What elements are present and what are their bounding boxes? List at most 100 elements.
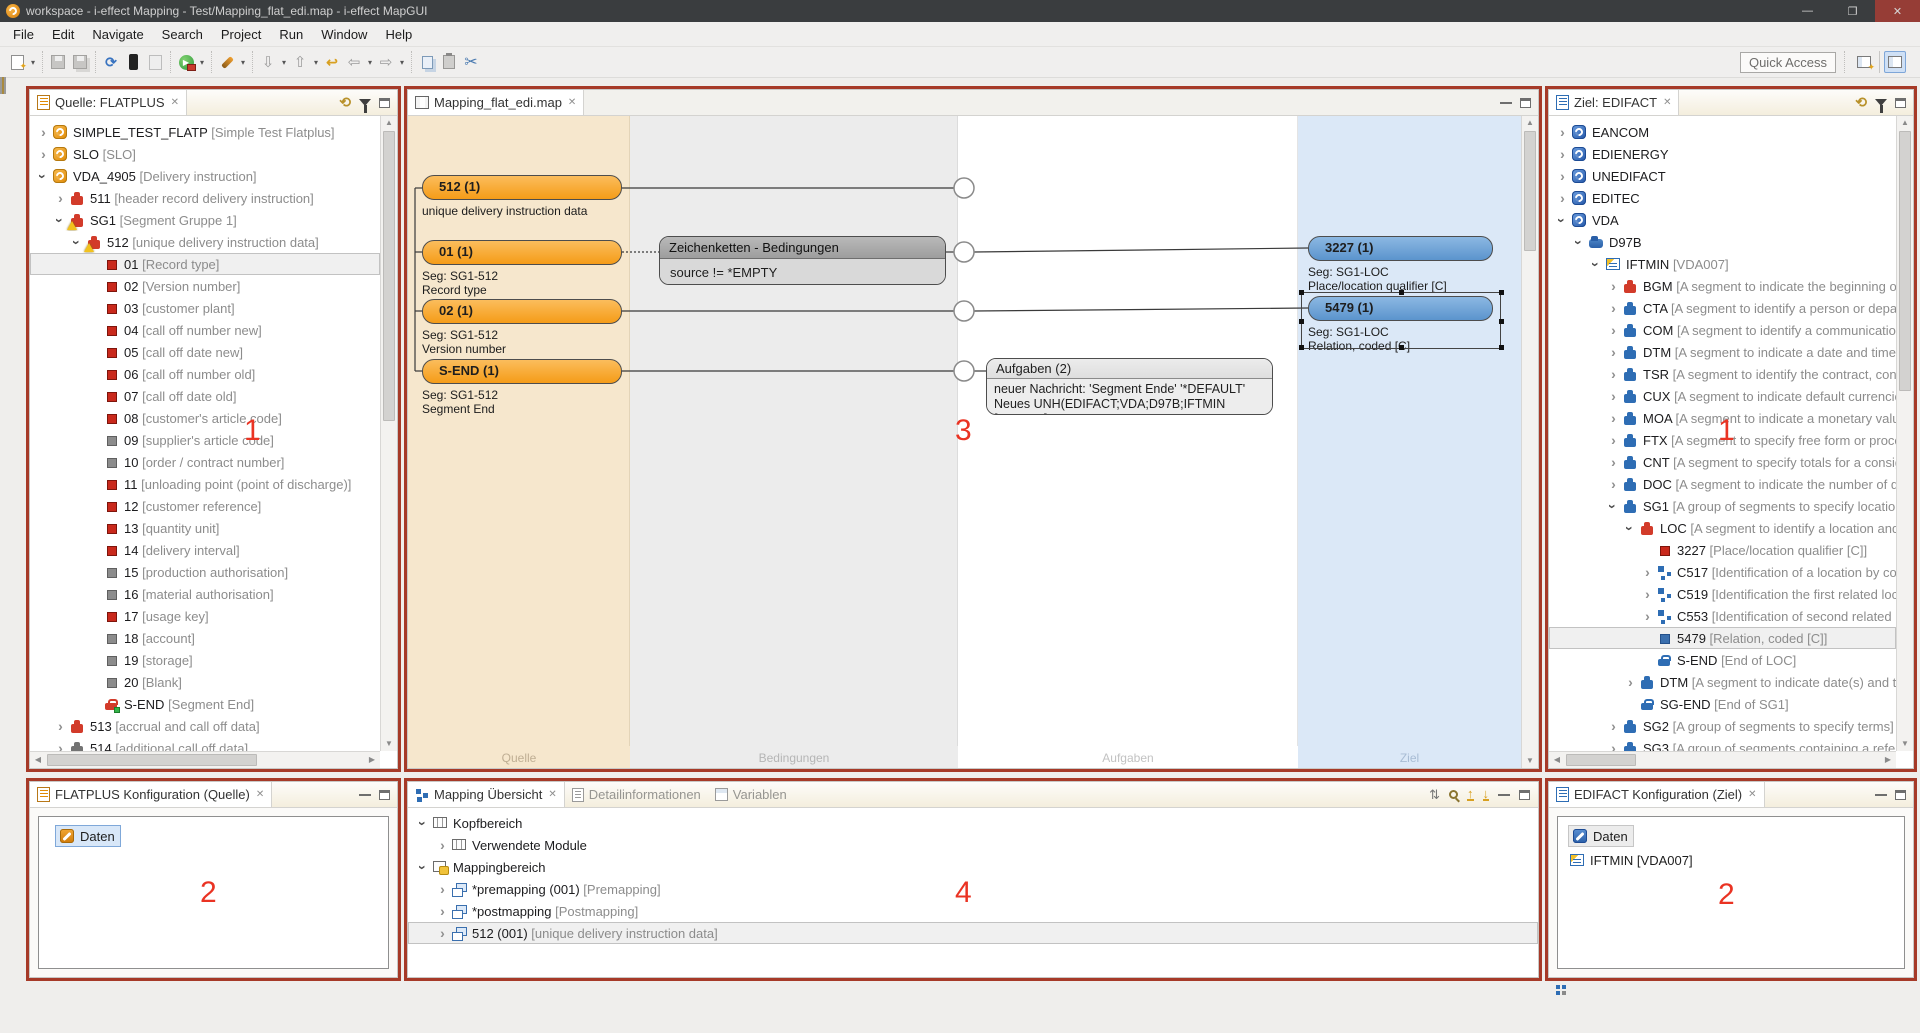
tree-item-07[interactable]: ·07 [call off date old] [30, 385, 380, 407]
source-vscrollbar[interactable]: ▲ ▼ [380, 116, 397, 751]
chevron-right-icon[interactable]: › [435, 926, 450, 941]
close-icon[interactable]: ✕ [1748, 789, 1756, 800]
minimize-icon[interactable] [1875, 793, 1887, 796]
filter-icon[interactable] [359, 99, 371, 106]
tree-item-06[interactable]: ·06 [call off number old] [30, 363, 380, 385]
terminal-icon[interactable] [123, 52, 143, 72]
tree-item-513[interactable]: ›513 [accrual and call off data] [30, 715, 380, 737]
chevron-right-icon[interactable]: › [435, 838, 450, 853]
tree-item-mappingbereich[interactable]: ›Mappingbereich [408, 856, 1538, 878]
selection-rect[interactable] [1301, 292, 1501, 349]
forward-dropdown-icon[interactable]: ▾ [397, 58, 407, 67]
sort-icon[interactable]: ⇅ [1429, 787, 1440, 803]
tree-item-512-001-[interactable]: ›512 (001) [unique delivery instruction … [408, 922, 1538, 944]
highlighter-icon[interactable] [217, 52, 237, 72]
maximize-icon[interactable] [1519, 790, 1530, 800]
link-editor-icon[interactable]: ⟲ [339, 94, 351, 111]
tree-item-02[interactable]: ·02 [Version number] [30, 275, 380, 297]
tree-item-03[interactable]: ·03 [customer plant] [30, 297, 380, 319]
tree-item-c519[interactable]: ›C519 [Identification the first related … [1549, 583, 1896, 605]
export-icon[interactable]: ⇧ [290, 52, 310, 72]
tab-flatplus-konfiguration[interactable]: FLATPLUS Konfiguration (Quelle) ✕ [30, 782, 272, 807]
magnifier-icon[interactable] [1449, 790, 1458, 799]
chevron-down-icon[interactable]: › [53, 213, 68, 228]
tree-item-cta[interactable]: ›CTA [A segment to identify a person or … [1549, 297, 1896, 319]
chevron-right-icon[interactable]: › [1606, 323, 1621, 338]
tree-item--premapping-001-[interactable]: ›*premapping (001) [Premapping] [408, 878, 1538, 900]
tree-item-16[interactable]: ·16 [material authorisation] [30, 583, 380, 605]
chevron-down-icon[interactable]: › [1606, 499, 1621, 514]
tree-item-editec[interactable]: ›EDITEC [1549, 187, 1896, 209]
tree-item-c517[interactable]: ›C517 [Identification of a location by c… [1549, 561, 1896, 583]
chevron-right-icon[interactable]: › [1606, 455, 1621, 470]
tree-item-vda[interactable]: ›VDA [1549, 209, 1896, 231]
link-editor-icon[interactable]: ⟲ [1855, 94, 1867, 111]
mapping-perspective-icon[interactable] [1884, 51, 1906, 73]
editor-vscrollbar[interactable]: ▲ ▼ [1521, 116, 1538, 768]
tree-item-08[interactable]: ·08 [customer's article code] [30, 407, 380, 429]
close-icon[interactable]: ✕ [548, 789, 556, 800]
tree-item-04[interactable]: ·04 [call off number new] [30, 319, 380, 341]
tree-item-3227[interactable]: ·3227 [Place/location qualifier [C]] [1549, 539, 1896, 561]
selection-handle[interactable] [1299, 345, 1304, 350]
chevron-down-icon[interactable]: › [36, 169, 51, 184]
tree-item-eancom[interactable]: ›EANCOM [1549, 121, 1896, 143]
tree-item-s-end[interactable]: ·S-END [End of LOC] [1549, 649, 1896, 671]
tree-item-s-end[interactable]: ·S-END [Segment End] [30, 693, 380, 715]
tree-item-com[interactable]: ›COM [A segment to identify a communicat… [1549, 319, 1896, 341]
cut-icon[interactable]: ✂ [461, 52, 481, 72]
chevron-right-icon[interactable]: › [1606, 741, 1621, 752]
chevron-right-icon[interactable]: › [1606, 719, 1621, 734]
tree-item-iftmin[interactable]: ›IFTMIN [VDA007] [1549, 253, 1896, 275]
selection-handle[interactable] [1499, 345, 1504, 350]
map-node-01-1-[interactable]: 01 (1) [422, 240, 622, 265]
export-wizard-icon[interactable] [145, 52, 165, 72]
move-down-icon[interactable]: ↓ [1483, 788, 1490, 801]
chevron-right-icon[interactable]: › [1606, 367, 1621, 382]
run-icon[interactable]: ▶ [176, 52, 196, 72]
tab-variablen[interactable]: Variablen [708, 782, 794, 807]
tree-item-11[interactable]: ·11 [unloading point (point of discharge… [30, 473, 380, 495]
menu-file[interactable]: File [4, 24, 43, 45]
tree-item-sg1[interactable]: ›SG1 [Segment Gruppe 1] [30, 209, 380, 231]
tab-mapping-flat-edi-map[interactable]: Mapping_flat_edi.map ✕ [408, 90, 584, 115]
tab-detailinformationen[interactable]: Detailinformationen [565, 782, 708, 807]
close-icon[interactable]: ✕ [171, 97, 179, 108]
tree-item--postmapping[interactable]: ›*postmapping [Postmapping] [408, 900, 1538, 922]
tree-item-10[interactable]: ·10 [order / contract number] [30, 451, 380, 473]
tree-item-19[interactable]: ·19 [storage] [30, 649, 380, 671]
chevron-right-icon[interactable]: › [1555, 191, 1570, 206]
move-up-icon[interactable]: ↑ [1467, 788, 1474, 801]
copy-icon[interactable] [417, 52, 437, 72]
tree-item-15[interactable]: ·15 [production authorisation] [30, 561, 380, 583]
chevron-right-icon[interactable]: › [1606, 411, 1621, 426]
forward-icon[interactable]: ⇨ [376, 52, 396, 72]
chevron-right-icon[interactable]: › [1555, 147, 1570, 162]
tree-item-dtm[interactable]: ›DTM [A segment to indicate a date and t… [1549, 341, 1896, 363]
tree-item-sg2[interactable]: ›SG2 [A group of segments to specify ter… [1549, 715, 1896, 737]
tree-item-12[interactable]: ·12 [customer reference] [30, 495, 380, 517]
minimized-outline-icon[interactable] [4, 77, 6, 94]
chevron-right-icon[interactable]: › [1606, 301, 1621, 316]
chevron-right-icon[interactable]: › [1606, 433, 1621, 448]
tree-item-simple-test-flatp[interactable]: ›SIMPLE_TEST_FLATP [Simple Test Flatplus… [30, 121, 380, 143]
maximize-icon[interactable] [1895, 790, 1906, 800]
new-dropdown-icon[interactable]: ▾ [28, 58, 38, 67]
chevron-down-icon[interactable]: › [416, 860, 431, 875]
chevron-right-icon[interactable]: › [1606, 345, 1621, 360]
chevron-down-icon[interactable]: › [1555, 213, 1570, 228]
tree-item-13[interactable]: ·13 [quantity unit] [30, 517, 380, 539]
chevron-down-icon[interactable]: › [416, 816, 431, 831]
tree-item-17[interactable]: ·17 [usage key] [30, 605, 380, 627]
close-icon[interactable]: ✕ [256, 789, 264, 800]
map-node-512-1-[interactable]: 512 (1) [422, 175, 622, 200]
run-dropdown-icon[interactable]: ▾ [197, 58, 207, 67]
maximize-icon[interactable] [379, 98, 390, 108]
chevron-right-icon[interactable]: › [1640, 609, 1655, 624]
chevron-down-icon[interactable]: › [1589, 257, 1604, 272]
tree-item-20[interactable]: ·20 [Blank] [30, 671, 380, 693]
new-wizard-icon[interactable]: ✦ [7, 52, 27, 72]
chevron-right-icon[interactable]: › [53, 719, 68, 734]
menu-edit[interactable]: Edit [43, 24, 83, 45]
chevron-right-icon[interactable]: › [1623, 675, 1638, 690]
